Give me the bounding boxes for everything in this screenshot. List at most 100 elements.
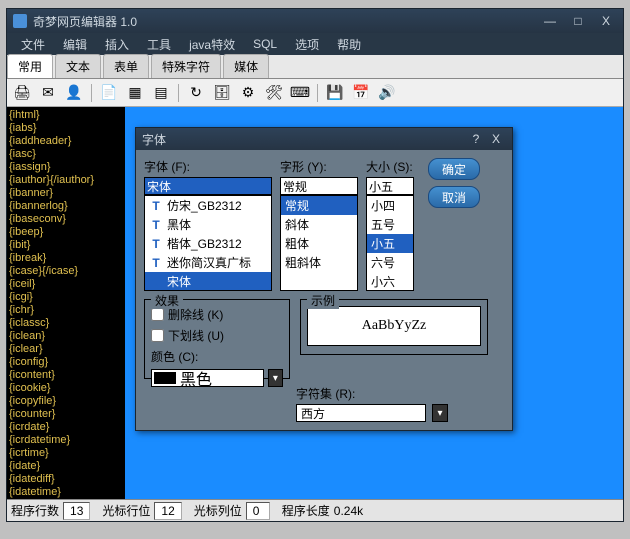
menu-编辑[interactable]: 编辑	[55, 34, 95, 55]
font-family-list[interactable]: T仿宋_GB2312T黑体T楷体_GB2312T迷你简汉真广标O宋体O宋体-PU…	[144, 195, 272, 291]
tab-文本[interactable]: 文本	[55, 54, 101, 78]
tag-item[interactable]: {ibannerlog}	[9, 200, 123, 213]
font-size-label: 大小 (S):	[366, 158, 414, 175]
tag-item[interactable]: {icgi}	[9, 291, 123, 304]
tag-item[interactable]: {ichr}	[9, 304, 123, 317]
refresh-icon[interactable]: ↻	[185, 82, 207, 104]
db-icon[interactable]: 🗄	[211, 82, 233, 104]
tools-icon[interactable]: 🛠	[263, 82, 285, 104]
color-select[interactable]: 黑色	[151, 369, 264, 387]
tag-item[interactable]: {idatetime}	[9, 486, 123, 499]
font-option[interactable]: O宋体	[145, 272, 271, 291]
style-option[interactable]: 常规	[281, 196, 357, 215]
user-icon[interactable]: 👤	[63, 82, 85, 104]
tab-常用[interactable]: 常用	[7, 54, 53, 78]
size-option[interactable]: 小六	[367, 272, 413, 291]
print-icon[interactable]: 🖨	[11, 82, 33, 104]
maximize-button[interactable]: □	[567, 13, 589, 29]
font-option[interactable]: T迷你简汉真广标	[145, 253, 271, 272]
tag-item[interactable]: {iclean}	[9, 330, 123, 343]
status-col-value: 0	[246, 502, 270, 520]
sample-group-label: 示例	[307, 292, 339, 309]
font-option[interactable]: T仿宋_GB2312	[145, 196, 271, 215]
menu-SQL[interactable]: SQL	[245, 35, 285, 53]
tag-item[interactable]: {ibanner}	[9, 187, 123, 200]
dialog-help-icon[interactable]: ?	[466, 132, 486, 146]
tag-item[interactable]: {ihtml}	[9, 109, 123, 122]
charset-dropdown-button[interactable]: ▾	[432, 404, 448, 422]
tag-item[interactable]: {iclear}	[9, 343, 123, 356]
tag-item[interactable]: {ibreak}	[9, 252, 123, 265]
tag-item[interactable]: {ibeep}	[9, 226, 123, 239]
gear-icon[interactable]: ⚙	[237, 82, 259, 104]
size-option[interactable]: 六号	[367, 253, 413, 272]
dialog-close-button[interactable]: X	[486, 132, 506, 146]
tag-item[interactable]: {icontent}	[9, 369, 123, 382]
menu-选项[interactable]: 选项	[287, 34, 327, 55]
tag-item[interactable]: {iaddheader}	[9, 135, 123, 148]
tab-表单[interactable]: 表单	[103, 54, 149, 78]
app-logo-icon	[13, 14, 27, 28]
toolbar: 🖨✉👤 📄▦▤ ↻🗄⚙🛠⌨ 💾📅🔊	[7, 79, 623, 107]
font-family-input[interactable]	[144, 177, 272, 195]
sound-icon[interactable]: 🔊	[376, 82, 398, 104]
tag-item[interactable]: {iclassc}	[9, 317, 123, 330]
ok-button[interactable]: 确定	[428, 158, 480, 180]
tag-sidebar: {ihtml}{iabs}{iaddheader}{iasc}{iassign}…	[7, 107, 125, 499]
menu-工具[interactable]: 工具	[139, 34, 179, 55]
tag-item[interactable]: {ibaseconv}	[9, 213, 123, 226]
tag-item[interactable]: {iasc}	[9, 148, 123, 161]
tag-item[interactable]: {icrdate}	[9, 421, 123, 434]
tag-item[interactable]: {iceil}	[9, 278, 123, 291]
tag-item[interactable]: {iauthor}{/iauthor}	[9, 174, 123, 187]
style-option[interactable]: 粗体	[281, 234, 357, 253]
color-dropdown-button[interactable]: ▾	[268, 369, 283, 387]
size-option[interactable]: 五号	[367, 215, 413, 234]
menu-java特效[interactable]: java特效	[181, 34, 243, 55]
font-style-list[interactable]: 常规斜体粗体粗斜体	[280, 195, 358, 291]
tag-item[interactable]: {icopyfile}	[9, 395, 123, 408]
style-option[interactable]: 斜体	[281, 215, 357, 234]
font-style-label: 字形 (Y):	[280, 158, 358, 175]
tag-item[interactable]: {iabs}	[9, 122, 123, 135]
underline-checkbox[interactable]: 下划线 (U)	[151, 327, 283, 344]
tag-item[interactable]: {icase}{/icase}	[9, 265, 123, 278]
tag-item[interactable]: {iassign}	[9, 161, 123, 174]
menu-插入[interactable]: 插入	[97, 34, 137, 55]
font-option[interactable]: T黑体	[145, 215, 271, 234]
tab-特殊字符[interactable]: 特殊字符	[151, 54, 221, 78]
page-icon[interactable]: 📄	[98, 82, 120, 104]
menu-帮助[interactable]: 帮助	[329, 34, 369, 55]
tag-item[interactable]: {icounter}	[9, 408, 123, 421]
minimize-button[interactable]: —	[539, 13, 561, 29]
dialog-titlebar[interactable]: 字体 ? X	[136, 128, 512, 150]
size-option[interactable]: 小四	[367, 196, 413, 215]
tab-媒体[interactable]: 媒体	[223, 54, 269, 78]
tag-item[interactable]: {idatediff}	[9, 473, 123, 486]
font-size-list[interactable]: 小四五号小五六号小六七号八号	[366, 195, 414, 291]
titlebar: 奇梦网页编辑器 1.0 — □ X	[7, 9, 623, 33]
status-len-value: 0.24k	[334, 504, 363, 518]
table-icon[interactable]: ▦	[124, 82, 146, 104]
tag-item[interactable]: {iconfig}	[9, 356, 123, 369]
size-option[interactable]: 小五	[367, 234, 413, 253]
tag-item[interactable]: {idate}	[9, 460, 123, 473]
cancel-button[interactable]: 取消	[428, 186, 480, 208]
tag-item[interactable]: {icrdatetime}	[9, 434, 123, 447]
menu-文件[interactable]: 文件	[13, 34, 53, 55]
calendar-icon[interactable]: 📅	[350, 82, 372, 104]
keyboard-icon[interactable]: ⌨	[289, 82, 311, 104]
status-lines-label: 程序行数	[11, 502, 59, 519]
mail-icon[interactable]: ✉	[37, 82, 59, 104]
tag-item[interactable]: {ibit}	[9, 239, 123, 252]
font-style-input[interactable]	[280, 177, 358, 195]
charset-select[interactable]: 西方	[296, 404, 426, 422]
tag-item[interactable]: {icookie}	[9, 382, 123, 395]
close-button[interactable]: X	[595, 13, 617, 29]
font-size-input[interactable]	[366, 177, 414, 195]
style-option[interactable]: 粗斜体	[281, 253, 357, 272]
save-icon[interactable]: 💾	[324, 82, 346, 104]
font-option[interactable]: T楷体_GB2312	[145, 234, 271, 253]
grid-icon[interactable]: ▤	[150, 82, 172, 104]
tag-item[interactable]: {icrtime}	[9, 447, 123, 460]
